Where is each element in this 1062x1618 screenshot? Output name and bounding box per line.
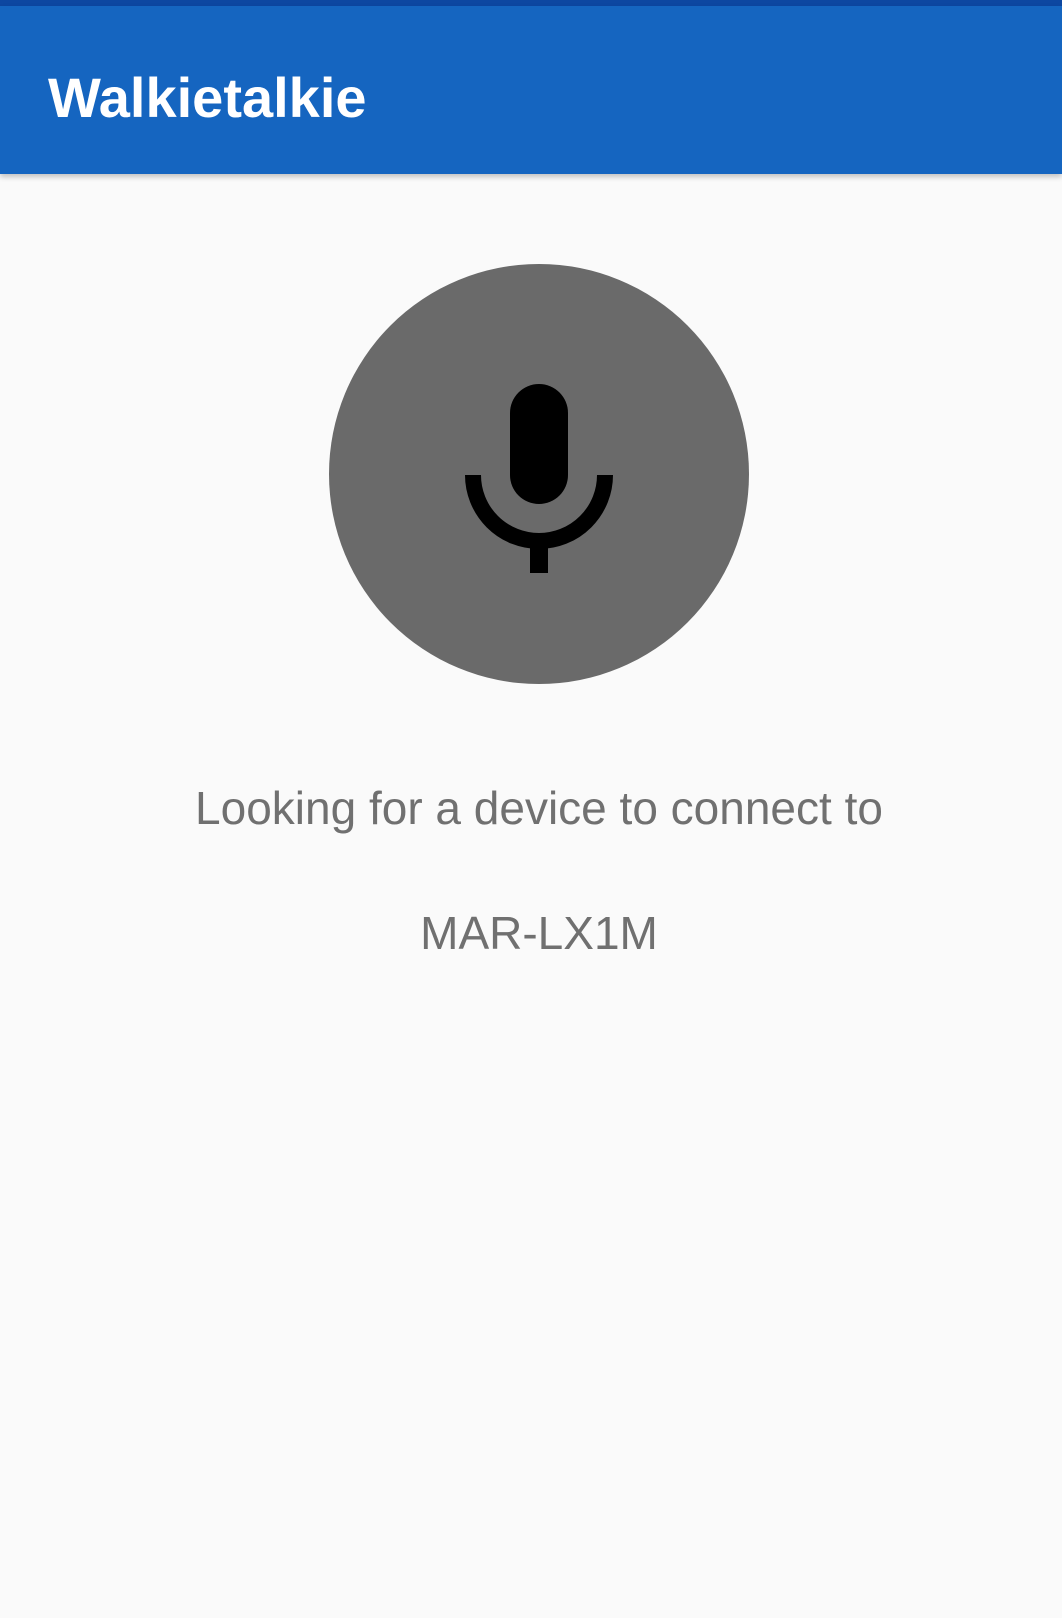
push-to-talk-button[interactable]: [329, 264, 749, 684]
connection-status-text: Looking for a device to connect to: [195, 782, 883, 834]
app-bar: Walkietalkie: [0, 6, 1062, 174]
microphone-icon: [465, 384, 613, 573]
app-title: Walkietalkie: [48, 66, 367, 129]
device-name-text: MAR-LX1M: [420, 907, 658, 959]
